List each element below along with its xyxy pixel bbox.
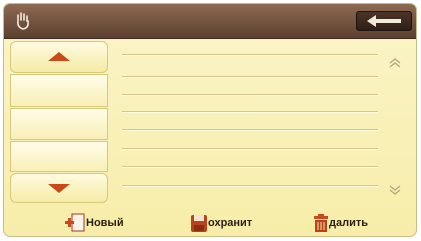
trash-icon [314,214,328,232]
triangle-down-icon [48,184,70,193]
text-line [122,166,378,168]
hand-button[interactable] [11,10,35,32]
text-area[interactable] [122,44,378,194]
scroll-down-button[interactable] [10,173,108,203]
text-line [122,94,378,96]
hand-icon [17,12,29,30]
back-arrow-icon [367,15,401,27]
save-button[interactable]: охранит [190,212,252,234]
list-slot[interactable] [10,141,108,172]
scroll-up-arrow[interactable] [388,56,402,68]
delete-label: далить [329,217,368,229]
list-slot[interactable] [10,74,108,107]
text-line [122,76,378,78]
scroll-up-button[interactable] [10,41,108,73]
floppy-disk-icon [191,214,207,232]
save-label: охранит [208,217,253,229]
title-bar [4,4,416,39]
text-line [122,185,378,187]
new-button[interactable]: Новый [64,212,124,234]
new-document-icon [65,213,85,232]
text-line [122,129,378,131]
triangle-up-icon [48,52,70,61]
new-label: Новый [86,217,124,229]
text-line [122,148,378,150]
text-line [122,54,378,56]
list-slot[interactable] [10,108,108,140]
delete-button[interactable]: далить [313,212,368,234]
double-chevron-up-icon [389,58,401,68]
action-bar: Новый охранит далить [4,209,416,236]
app-window: Новый охранит далить [3,3,417,237]
double-chevron-down-icon [389,185,401,195]
text-line [122,111,378,113]
scroll-down-arrow[interactable] [388,183,402,195]
list-panel [10,41,108,204]
back-button[interactable] [356,11,412,31]
